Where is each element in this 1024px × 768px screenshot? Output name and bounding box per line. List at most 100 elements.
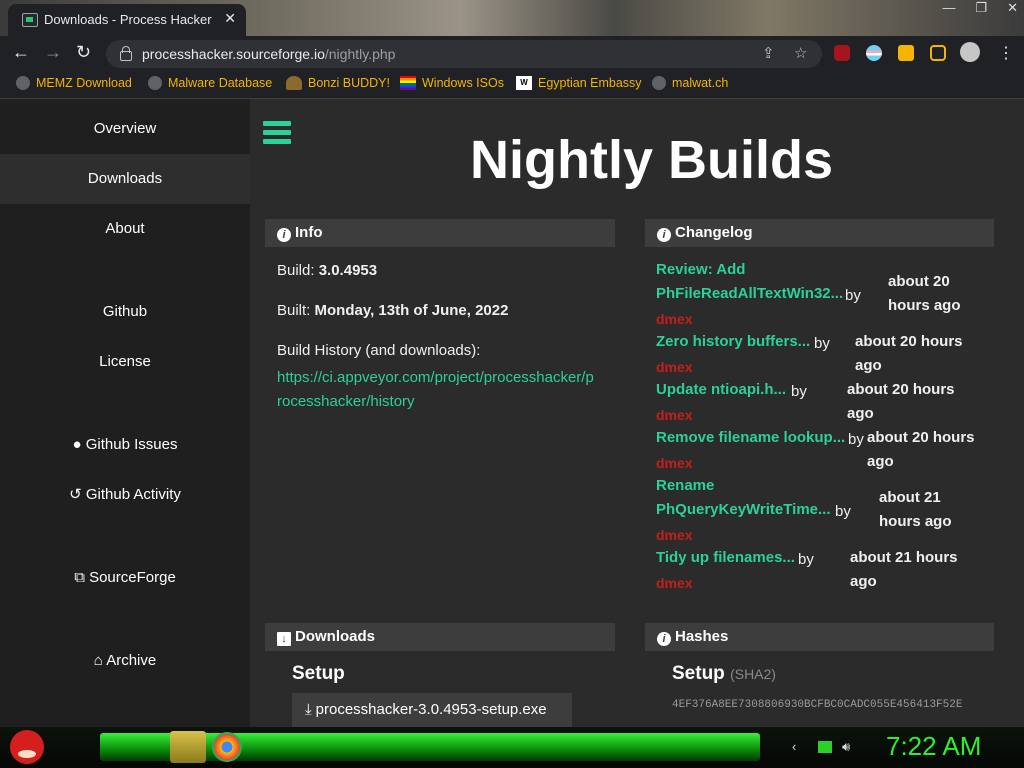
changelog-by: by — [848, 431, 864, 448]
downloads-panel-header: ↓ Downloads — [265, 623, 615, 651]
share-icon[interactable]: ⇪ — [762, 44, 775, 62]
build-label: Build: — [277, 262, 319, 279]
side-panel-icon[interactable] — [930, 45, 946, 61]
changelog-by: by — [814, 335, 830, 352]
reload-button[interactable]: ↻ — [76, 42, 91, 63]
ublock-extension-icon[interactable] — [834, 45, 850, 61]
build-history-link[interactable]: https://ci.appveyor.com/project/processh… — [277, 366, 594, 414]
bookmark-malware-database[interactable]: Malware Database — [148, 76, 272, 90]
bank-icon: ⌂ — [93, 652, 103, 669]
changelog-author[interactable]: dmex — [656, 527, 693, 543]
hashes-panel-header: i Hashes — [645, 623, 994, 651]
url-text[interactable]: processhacker.sourceforge.io/nightly.php — [142, 46, 395, 62]
network-icon[interactable] — [818, 741, 832, 753]
panel-title: Info — [295, 224, 323, 241]
changelog-panel-header: i Changelog — [645, 219, 994, 247]
changelog-by: by — [835, 503, 851, 520]
bookmark-label: Bonzi BUDDY! — [308, 76, 390, 90]
sidebar-item-label: Github Activity — [85, 486, 181, 503]
chrome-icon[interactable] — [212, 732, 242, 762]
maximize-icon[interactable]: ❐ — [975, 0, 987, 16]
panel-title: Downloads — [295, 628, 376, 645]
time-line: hours ago — [879, 513, 952, 530]
sidebar-item-overview[interactable]: Overview — [0, 104, 250, 154]
info-panel-header: i Info — [265, 219, 615, 247]
address-bar[interactable]: processhacker.sourceforge.io/nightly.php… — [106, 40, 822, 68]
bookmark-malwatch[interactable]: malwat.ch — [652, 76, 728, 90]
start-button-bird-icon[interactable] — [10, 730, 44, 764]
time-line: hours ago — [888, 297, 961, 314]
time-line: about 20 hours — [847, 381, 955, 398]
time-line: ago — [850, 573, 877, 590]
setup-title-text: Setup — [672, 663, 725, 684]
panel-title: Hashes — [675, 628, 729, 645]
wix-icon: W — [516, 76, 532, 90]
close-tab-icon[interactable]: ✕ — [224, 10, 236, 27]
rainbow-flag-icon — [400, 76, 416, 90]
setup-sha2-hash: 4EF376A8EE7308806930BCFBC0CADC055E456413… — [672, 699, 963, 711]
taskbar-clock[interactable]: 7:22 AM — [886, 731, 981, 762]
globe-icon — [148, 76, 162, 90]
link-line-1: https://ci.appveyor.com/project/processh… — [277, 369, 594, 386]
changelog-author[interactable]: dmex — [656, 359, 693, 375]
changelog-author[interactable]: dmex — [656, 407, 693, 423]
built-label: Built: — [277, 302, 315, 319]
sidebar-item-github-issues[interactable]: ● Github Issues — [0, 420, 250, 470]
forward-button[interactable]: → — [44, 42, 62, 63]
title-line: PhFileReadAllTextWin32... — [656, 285, 844, 302]
changelog-time: about 20 hours ago — [847, 378, 955, 426]
bookmark-label: Egyptian Embassy — [538, 76, 642, 90]
changelog-entry-title[interactable]: Rename PhQueryKeyWriteTime... — [656, 474, 831, 522]
tray-arrow-icon[interactable]: ‹ — [792, 739, 796, 754]
bookmarks-bar: MEMZ Download Malware Database Bonzi BUD… — [0, 70, 1024, 99]
built-value: Monday, 13th of June, 2022 — [314, 302, 509, 319]
setup-download-button[interactable]: ⤓ processhacker-3.0.4953-setup.exe — [292, 693, 572, 727]
file-explorer-icon[interactable] — [170, 731, 206, 763]
changelog-author[interactable]: dmex — [656, 575, 693, 591]
changelog-author[interactable]: dmex — [656, 455, 693, 471]
download-icon: ⤓ — [305, 701, 312, 718]
browser-toolbar: ← → ↻ processhacker.sourceforge.io/night… — [0, 36, 1024, 70]
close-window-icon[interactable]: ✕ — [1007, 0, 1018, 16]
browser-menu-icon[interactable]: ⋮ — [998, 43, 1014, 63]
back-button[interactable]: ← — [12, 42, 30, 63]
process-hacker-icon — [22, 13, 38, 27]
tab-title: Downloads - Process Hacker — [44, 12, 212, 27]
changelog-time: about 21 hours ago — [879, 486, 952, 534]
build-value: 3.0.4953 — [318, 262, 378, 279]
flag-extension-icon[interactable] — [866, 45, 882, 61]
changelog-entry-title[interactable]: Zero history buffers... — [656, 330, 810, 354]
volume-icon[interactable]: 🔊︎ — [842, 739, 850, 755]
minimize-icon[interactable]: — — [942, 0, 955, 16]
hamburger-menu-icon[interactable] — [263, 121, 291, 145]
download-icon: ↓ — [277, 632, 291, 646]
sidebar-item-label: SourceForge — [89, 569, 176, 586]
bookmark-memz[interactable]: MEMZ Download — [16, 76, 132, 90]
changelog-entry-title[interactable]: Update ntioapi.h... — [656, 378, 786, 402]
changelog-entry-title[interactable]: Remove filename lookup... — [656, 426, 845, 450]
sidebar-item-license[interactable]: License — [0, 337, 250, 387]
bookmark-label: Malware Database — [168, 76, 273, 90]
bookmark-bonzi-buddy[interactable]: Bonzi BUDDY! — [286, 76, 390, 90]
sidebar-item-sourceforge[interactable]: ⧉ SourceForge — [0, 553, 250, 603]
changelog-entry-title[interactable]: Review: Add PhFileReadAllTextWin32... — [656, 258, 843, 306]
changelog-time: about 20 hours ago — [867, 426, 975, 474]
time-line: ago — [867, 453, 894, 470]
time-line: ago — [855, 357, 882, 374]
bookmark-egyptian-embassy[interactable]: W Egyptian Embassy — [516, 76, 642, 90]
bookmark-star-icon[interactable]: ☆ — [794, 44, 807, 62]
puzzle-extensions-icon[interactable] — [898, 45, 914, 61]
sidebar-item-about[interactable]: About — [0, 204, 250, 254]
sidebar-item-archive[interactable]: ⌂ Archive — [0, 636, 250, 686]
browser-tab[interactable]: Downloads - Process Hacker ✕ — [8, 4, 246, 36]
window-controls: — ❐ ✕ — [942, 0, 1018, 16]
sidebar-item-downloads[interactable]: Downloads — [0, 154, 250, 204]
bookmark-windows-isos[interactable]: Windows ISOs — [400, 76, 504, 90]
time-line: about 20 hours — [867, 429, 975, 446]
profile-avatar[interactable] — [960, 42, 980, 62]
sidebar-item-github-activity[interactable]: ↺ Github Activity — [0, 470, 250, 520]
title-line: PhQueryKeyWriteTime... — [656, 501, 831, 518]
sidebar-item-github[interactable]: Github — [0, 287, 250, 337]
changelog-entry-title[interactable]: Tidy up filenames... — [656, 546, 795, 570]
changelog-author[interactable]: dmex — [656, 311, 693, 327]
